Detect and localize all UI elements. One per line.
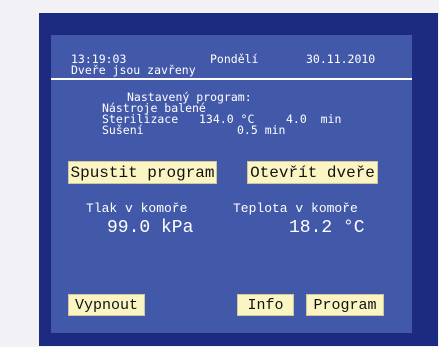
temperature-label: Teplota v komoře (233, 201, 358, 216)
sterilization-time: 4.0 min (286, 112, 342, 126)
day-name: Pondělí (210, 52, 259, 66)
door-status: Dveře jsou zavřeny (71, 63, 196, 77)
date: 30.11.2010 (306, 52, 376, 66)
header-divider (51, 78, 412, 80)
start-program-button[interactable]: Spustit program (68, 161, 217, 184)
info-button[interactable]: Info (237, 294, 294, 316)
program-button[interactable]: Program (306, 294, 384, 316)
temperature-value: 18.2 °C (289, 218, 365, 238)
pressure-value: 99.0 kPa (107, 218, 194, 238)
drying-label: Sušení (102, 123, 144, 137)
drying-time: 0.5 min (237, 123, 286, 137)
open-door-button[interactable]: Otevřít dveře (247, 161, 378, 184)
turn-off-button[interactable]: Vypnout (68, 294, 145, 316)
pressure-label: Tlak v komoře (86, 201, 188, 216)
